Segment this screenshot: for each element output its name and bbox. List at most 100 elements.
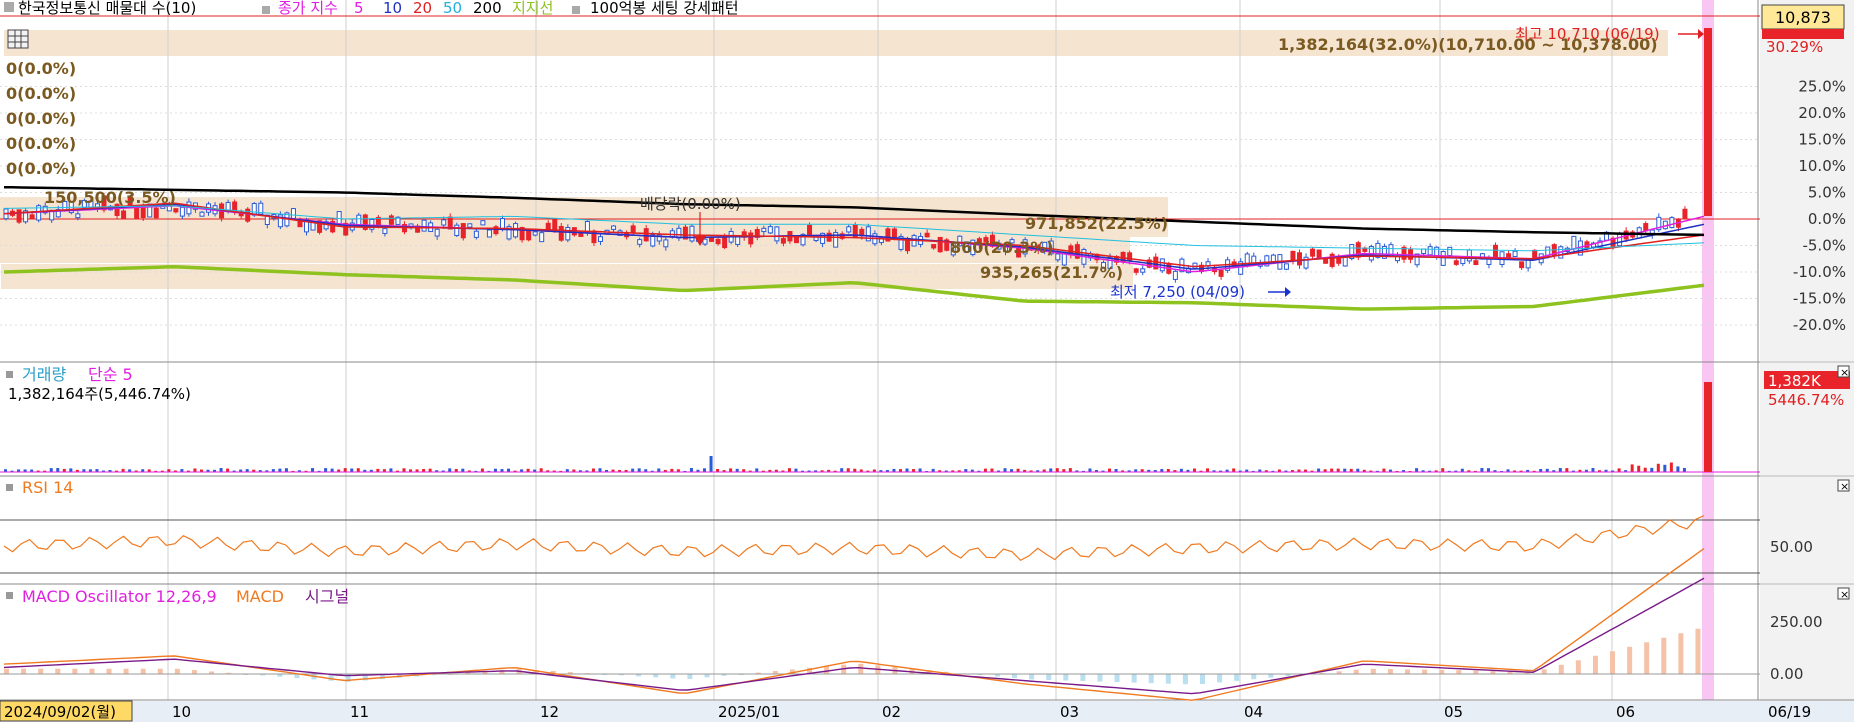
candle-body <box>388 215 394 225</box>
candle-body <box>434 228 440 237</box>
candle-body <box>748 232 754 245</box>
volume-bar <box>480 468 484 472</box>
candle-body <box>1440 251 1446 266</box>
candle-body <box>643 228 649 242</box>
price-tick-label: -20.0% <box>1793 316 1846 334</box>
volume-bar <box>1055 468 1059 472</box>
volume-bar <box>990 468 994 472</box>
candle-body <box>1270 254 1276 263</box>
signal-label: 시그널 <box>305 587 349 606</box>
candle-body <box>1055 253 1061 261</box>
volume-bar <box>278 468 282 472</box>
volume-bar <box>1317 468 1321 472</box>
macd-oscillator-bar <box>687 674 693 679</box>
volume-bar <box>1669 462 1673 472</box>
volume-bar <box>330 468 334 472</box>
macd-oscillator-bar <box>1575 660 1581 674</box>
candle-body <box>441 219 447 226</box>
volume-bar <box>846 468 850 472</box>
macd-oscillator-bar <box>1456 670 1462 674</box>
candle-body <box>290 208 296 219</box>
candle-body <box>663 239 669 248</box>
candle-body <box>1172 270 1178 280</box>
candle-body <box>637 239 643 245</box>
macd-oscillator-bar <box>1541 669 1547 674</box>
volume-bar <box>1650 467 1654 472</box>
macd-oscillator-bar <box>1439 669 1445 674</box>
macd-oscillator-bar <box>1405 669 1411 674</box>
candle-body <box>780 238 786 244</box>
ma5-label: 5 <box>354 0 364 17</box>
macd-oscillator-bar <box>1627 646 1633 674</box>
candle-body <box>225 201 231 211</box>
macd-oscillator-bar <box>824 666 830 674</box>
candle-body <box>1140 268 1146 273</box>
month-label: 12 <box>540 703 559 721</box>
volume-bar <box>507 468 511 472</box>
volume-bar <box>1663 464 1667 472</box>
zone-label: 0(0.0%) <box>6 84 76 103</box>
candle-body <box>336 211 342 225</box>
macd-oscillator-bar <box>1695 628 1701 674</box>
rsi-tick: 50.00 <box>1770 538 1813 556</box>
macd-oscillator-bar <box>1165 674 1171 684</box>
month-label: 06 <box>1616 703 1635 721</box>
candle-body <box>1473 260 1479 266</box>
table-toggle-icon[interactable] <box>7 29 29 49</box>
month-label: 11 <box>350 703 369 721</box>
candle-body <box>473 230 479 238</box>
candle-body <box>1617 232 1623 247</box>
volume-bar <box>703 468 707 472</box>
candle-body <box>1492 244 1498 258</box>
macd-oscillator-bar <box>1473 670 1479 674</box>
macd-oscillator-bar <box>1370 668 1376 674</box>
volume-bar <box>1003 468 1007 472</box>
volume-badge-pct: 5446.74% <box>1768 391 1844 409</box>
latest-volume-bar <box>1704 382 1712 472</box>
volume-bar <box>1480 468 1484 472</box>
macd-oscillator-bar <box>72 668 78 674</box>
candle-body <box>199 211 205 217</box>
candle-body <box>539 232 545 243</box>
macd-oscillator-bar <box>1097 674 1103 682</box>
macd-oscillator-bar <box>1610 651 1616 674</box>
volume-bar <box>1558 468 1562 472</box>
candle-body <box>486 229 492 238</box>
month-label: 03 <box>1060 703 1079 721</box>
volume-bar <box>983 468 987 472</box>
zone-annotation: 860(20.3%) <box>950 238 1054 257</box>
chart-canvas[interactable]: 한국정보통신 매물대 수(10) 종가 지수 5 10 20 50 200 지지… <box>0 0 1854 722</box>
macd-oscillator-bar <box>1182 674 1188 685</box>
macd-oscillator-bar <box>1148 674 1154 684</box>
macd-oscillator-bar <box>1029 674 1035 680</box>
month-label: 10 <box>172 703 191 721</box>
volume-close-icon: × <box>1837 365 1850 379</box>
volume-bar <box>1382 468 1386 472</box>
volume-ma-label: 단순 5 <box>88 365 133 384</box>
volume-bar <box>918 468 922 472</box>
volume-bar <box>1676 466 1680 472</box>
volume-bar <box>1192 468 1196 472</box>
candle-body <box>767 226 773 234</box>
macd-oscillator-bar <box>1678 633 1684 674</box>
macd-oscillator-bar <box>123 668 129 674</box>
month-label: 2025/01 <box>718 703 780 721</box>
candle-body <box>454 224 460 237</box>
candle-body <box>1682 208 1688 219</box>
svg-text:×: × <box>1840 588 1849 601</box>
macd-oscillator-bar <box>174 668 180 674</box>
candle-body <box>793 237 799 244</box>
volume-bar <box>1108 468 1112 472</box>
macd-oscillator-bar <box>1353 669 1359 674</box>
rsi-close-icon: × <box>1837 479 1850 493</box>
volume-bar <box>219 468 223 472</box>
ma-label: 종가 지수 <box>278 0 338 17</box>
candle-body <box>715 238 721 245</box>
macd-oscillator-bar <box>1422 669 1428 674</box>
zone-annotation: 150,500(3.5%) <box>44 188 176 207</box>
volume-bar <box>1068 468 1072 472</box>
volume-bar <box>905 468 909 472</box>
candle-body <box>931 244 937 249</box>
macd-oscillator-bar <box>191 670 197 674</box>
candle-body <box>1133 268 1139 273</box>
